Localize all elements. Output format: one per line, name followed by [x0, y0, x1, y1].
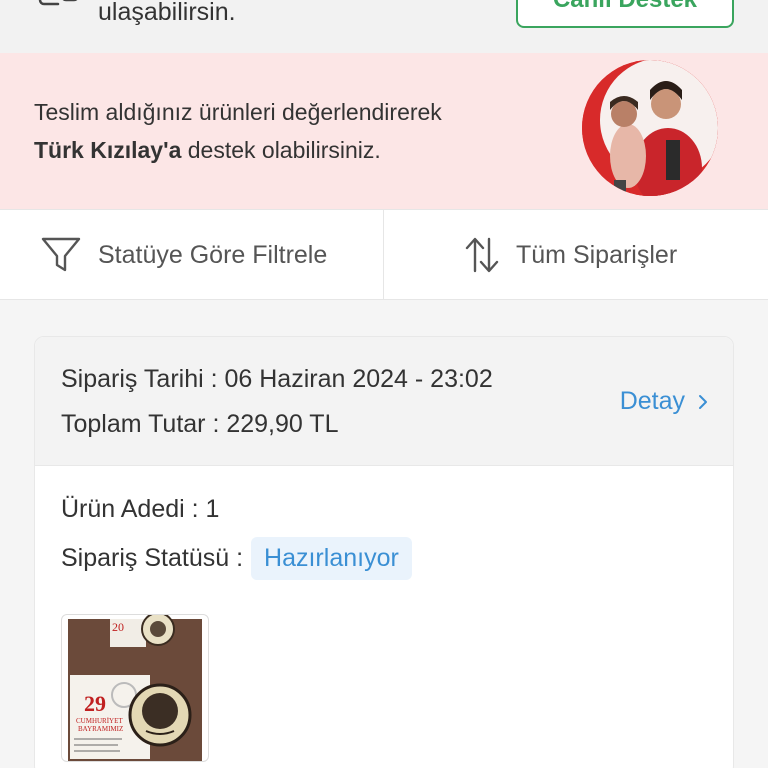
sort-orders-button[interactable]: Tüm Siparişler [464, 210, 677, 300]
banner-rest-text: destek olabilirsiniz. [181, 137, 381, 163]
status-filter-label: Statüye Göre Filtrele [98, 240, 328, 269]
order-detail-link[interactable]: Detay [620, 387, 711, 416]
filter-divider [383, 210, 384, 300]
volunteer-photo [582, 60, 718, 196]
kizilay-banner[interactable]: Teslim aldığınız ürünleri değerlendirere… [0, 53, 768, 209]
order-status-row: Sipariş Statüsü : Hazırlanıyor [61, 537, 412, 580]
thumb-number: 29 [84, 691, 106, 716]
live-support-button[interactable]: Canlı Destek [516, 0, 734, 28]
filter-bar: Statüye Göre Filtrele Tüm Siparişler [0, 209, 768, 300]
banner-text-line2: Türk Kızılay'a destek olabilirsiniz. [34, 135, 381, 165]
order-card-header[interactable]: Sipariş Tarihi : 06 Haziran 2024 - 23:02… [35, 337, 733, 466]
chevron-right-icon [699, 394, 707, 409]
order-item-count: Ürün Adedi : 1 [61, 495, 220, 523]
banner-text-line1: Teslim aldığınız ürünleri değerlendirere… [34, 99, 442, 125]
order-date: Sipariş Tarihi : 06 Haziran 2024 - 23:02 [61, 365, 493, 393]
product-image: 20 29 CUMHURİYET BAYRAMIMIZ [68, 615, 202, 761]
filter-icon [41, 237, 81, 272]
thumb-line2: BAYRAMIMIZ [78, 725, 123, 733]
support-bar: ulaşabilirsin. Canlı Destek [0, 0, 768, 53]
order-detail-label: Detay [619, 387, 685, 415]
thumb-top-number: 20 [112, 620, 124, 634]
order-card: Sipariş Tarihi : 06 Haziran 2024 - 23:02… [34, 336, 734, 768]
support-text: ulaşabilirsin. [98, 0, 236, 26]
thumb-line1: CUMHURİYET [76, 717, 123, 725]
order-status-label: Sipariş Statüsü : [61, 544, 244, 572]
product-thumbnail[interactable]: 20 29 CUMHURİYET BAYRAMIMIZ [61, 614, 209, 762]
order-total: Toplam Tutar : 229,90 TL [61, 410, 339, 438]
banner-bold-text: Türk Kızılay'a [34, 137, 182, 163]
chat-support-icon [38, 0, 78, 6]
status-badge: Hazırlanıyor [251, 537, 412, 580]
sort-arrows-icon [465, 237, 499, 273]
sort-label: Tüm Siparişler [516, 240, 678, 269]
status-filter-button[interactable]: Statüye Göre Filtrele [40, 210, 327, 300]
